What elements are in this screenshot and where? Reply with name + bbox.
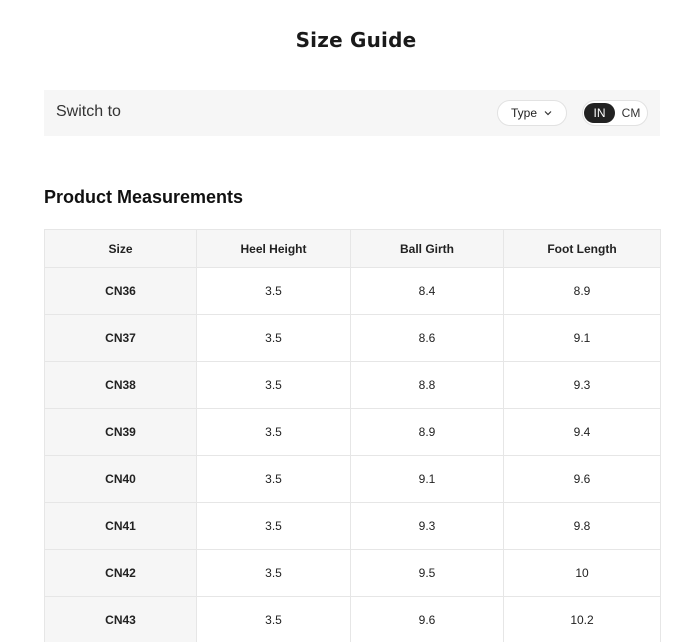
column-header-heel-height: Heel Height bbox=[196, 229, 351, 268]
table-row: CN38 3.5 8.8 9.3 bbox=[44, 361, 661, 409]
section-title: Product Measurements bbox=[44, 187, 244, 207]
foot-length-cell: 9.3 bbox=[503, 361, 661, 409]
measurements-table-container: Size Heel Height Ball Girth Foot Length … bbox=[44, 229, 661, 642]
size-cell: CN40 bbox=[44, 455, 197, 503]
table-header-row: Size Heel Height Ball Girth Foot Length bbox=[44, 229, 661, 268]
size-cell: CN39 bbox=[44, 408, 197, 456]
foot-length-cell: 9.4 bbox=[503, 408, 661, 456]
column-header-size: Size bbox=[44, 229, 197, 268]
ball-girth-cell: 9.5 bbox=[350, 549, 504, 597]
ball-girth-cell: 8.9 bbox=[350, 408, 504, 456]
heel-height-cell: 3.5 bbox=[196, 502, 351, 550]
heel-height-cell: 3.5 bbox=[196, 314, 351, 362]
size-cell: CN37 bbox=[44, 314, 197, 362]
measurements-table: Size Heel Height Ball Girth Foot Length … bbox=[44, 229, 661, 642]
ball-girth-cell: 8.8 bbox=[350, 361, 504, 409]
page-title: Size Guide bbox=[295, 28, 417, 52]
table-row: CN40 3.5 9.1 9.6 bbox=[44, 455, 661, 503]
ball-girth-cell: 9.6 bbox=[350, 596, 504, 642]
foot-length-cell: 9.6 bbox=[503, 455, 661, 503]
heel-height-cell: 3.5 bbox=[196, 549, 351, 597]
ball-girth-cell: 9.1 bbox=[350, 455, 504, 503]
table-row: CN42 3.5 9.5 10 bbox=[44, 549, 661, 597]
foot-length-cell: 8.9 bbox=[503, 267, 661, 315]
foot-length-cell: 9.8 bbox=[503, 502, 661, 550]
foot-length-cell: 10.2 bbox=[503, 596, 661, 642]
chevron-down-icon bbox=[544, 111, 552, 116]
size-cell: CN42 bbox=[44, 549, 197, 597]
size-guide-page: Size Guide Switch to Type IN CM Product … bbox=[0, 0, 694, 642]
foot-length-cell: 9.1 bbox=[503, 314, 661, 362]
size-cell: CN43 bbox=[44, 596, 197, 642]
table-row: CN43 3.5 9.6 10.2 bbox=[44, 596, 661, 642]
size-cell: CN36 bbox=[44, 267, 197, 315]
heel-height-cell: 3.5 bbox=[196, 455, 351, 503]
ball-girth-cell: 8.6 bbox=[350, 314, 504, 362]
column-header-ball-girth: Ball Girth bbox=[350, 229, 504, 268]
unit-toggle: IN CM bbox=[582, 100, 648, 126]
table-row: CN41 3.5 9.3 9.8 bbox=[44, 502, 661, 550]
ball-girth-cell: 9.3 bbox=[350, 502, 504, 550]
table-row: CN37 3.5 8.6 9.1 bbox=[44, 314, 661, 362]
unit-in-button[interactable]: IN bbox=[584, 103, 615, 123]
heel-height-cell: 3.5 bbox=[196, 596, 351, 642]
switch-label: Switch to bbox=[56, 103, 121, 120]
size-cell: CN41 bbox=[44, 502, 197, 550]
foot-length-cell: 10 bbox=[503, 549, 661, 597]
heel-height-cell: 3.5 bbox=[196, 361, 351, 409]
heel-height-cell: 3.5 bbox=[196, 408, 351, 456]
table-row: CN36 3.5 8.4 8.9 bbox=[44, 267, 661, 315]
switch-bar: Switch to Type IN CM bbox=[44, 90, 660, 136]
type-dropdown-label: Type bbox=[510, 106, 537, 120]
size-cell: CN38 bbox=[44, 361, 197, 409]
column-header-foot-length: Foot Length bbox=[503, 229, 661, 268]
type-dropdown[interactable]: Type bbox=[497, 100, 567, 126]
unit-cm-button[interactable]: CM bbox=[617, 103, 645, 123]
table-row: CN39 3.5 8.9 9.4 bbox=[44, 408, 661, 456]
ball-girth-cell: 8.4 bbox=[350, 267, 504, 315]
heel-height-cell: 3.5 bbox=[196, 267, 351, 315]
